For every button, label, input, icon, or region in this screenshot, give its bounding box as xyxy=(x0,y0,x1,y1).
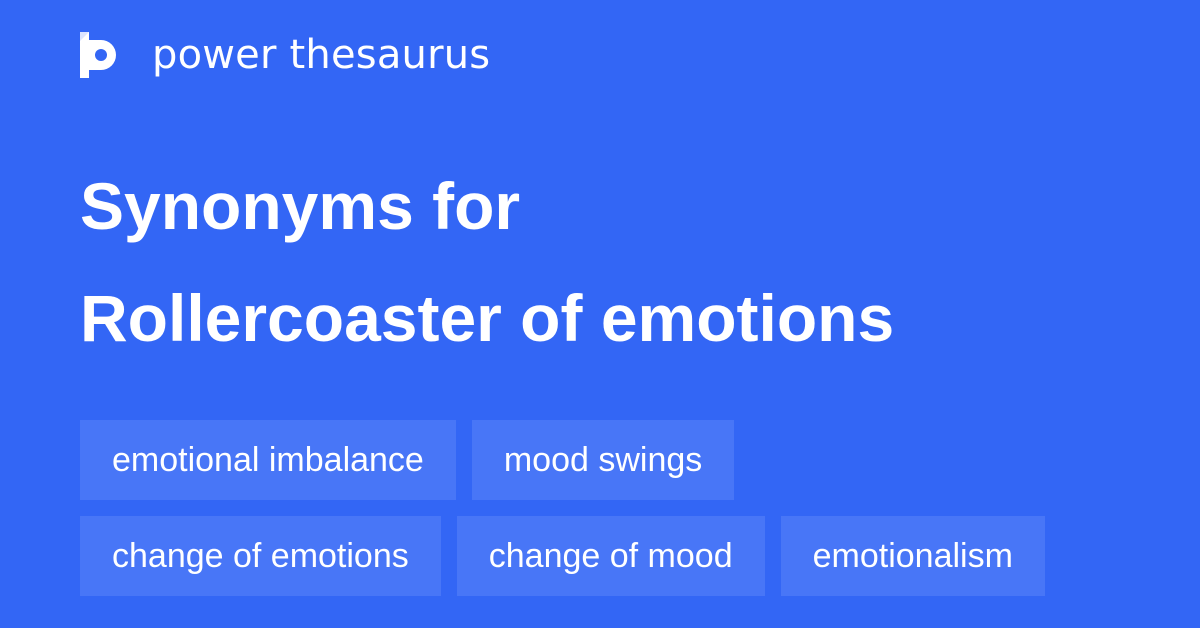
synonym-row: change of emotions change of mood emotio… xyxy=(80,516,1140,596)
synonym-chip[interactable]: emotional imbalance xyxy=(80,420,456,500)
brand-header[interactable]: power thesaurus xyxy=(80,30,490,80)
page-title: Synonyms for Rollercoaster of emotions xyxy=(80,150,1180,374)
synonym-list: emotional imbalance mood swings change o… xyxy=(80,420,1140,612)
synonym-row: emotional imbalance mood swings xyxy=(80,420,1140,500)
brand-name: power thesaurus xyxy=(152,32,491,78)
synonym-chip[interactable]: change of mood xyxy=(456,516,765,596)
synonym-chip[interactable]: emotionalism xyxy=(780,516,1045,596)
title-line-1: Synonyms for xyxy=(80,169,521,243)
power-thesaurus-logo-icon xyxy=(80,32,116,78)
synonym-chip[interactable]: mood swings xyxy=(471,420,735,500)
synonym-chip[interactable]: change of emotions xyxy=(80,516,441,596)
title-line-2: Rollercoaster of emotions xyxy=(80,281,895,355)
